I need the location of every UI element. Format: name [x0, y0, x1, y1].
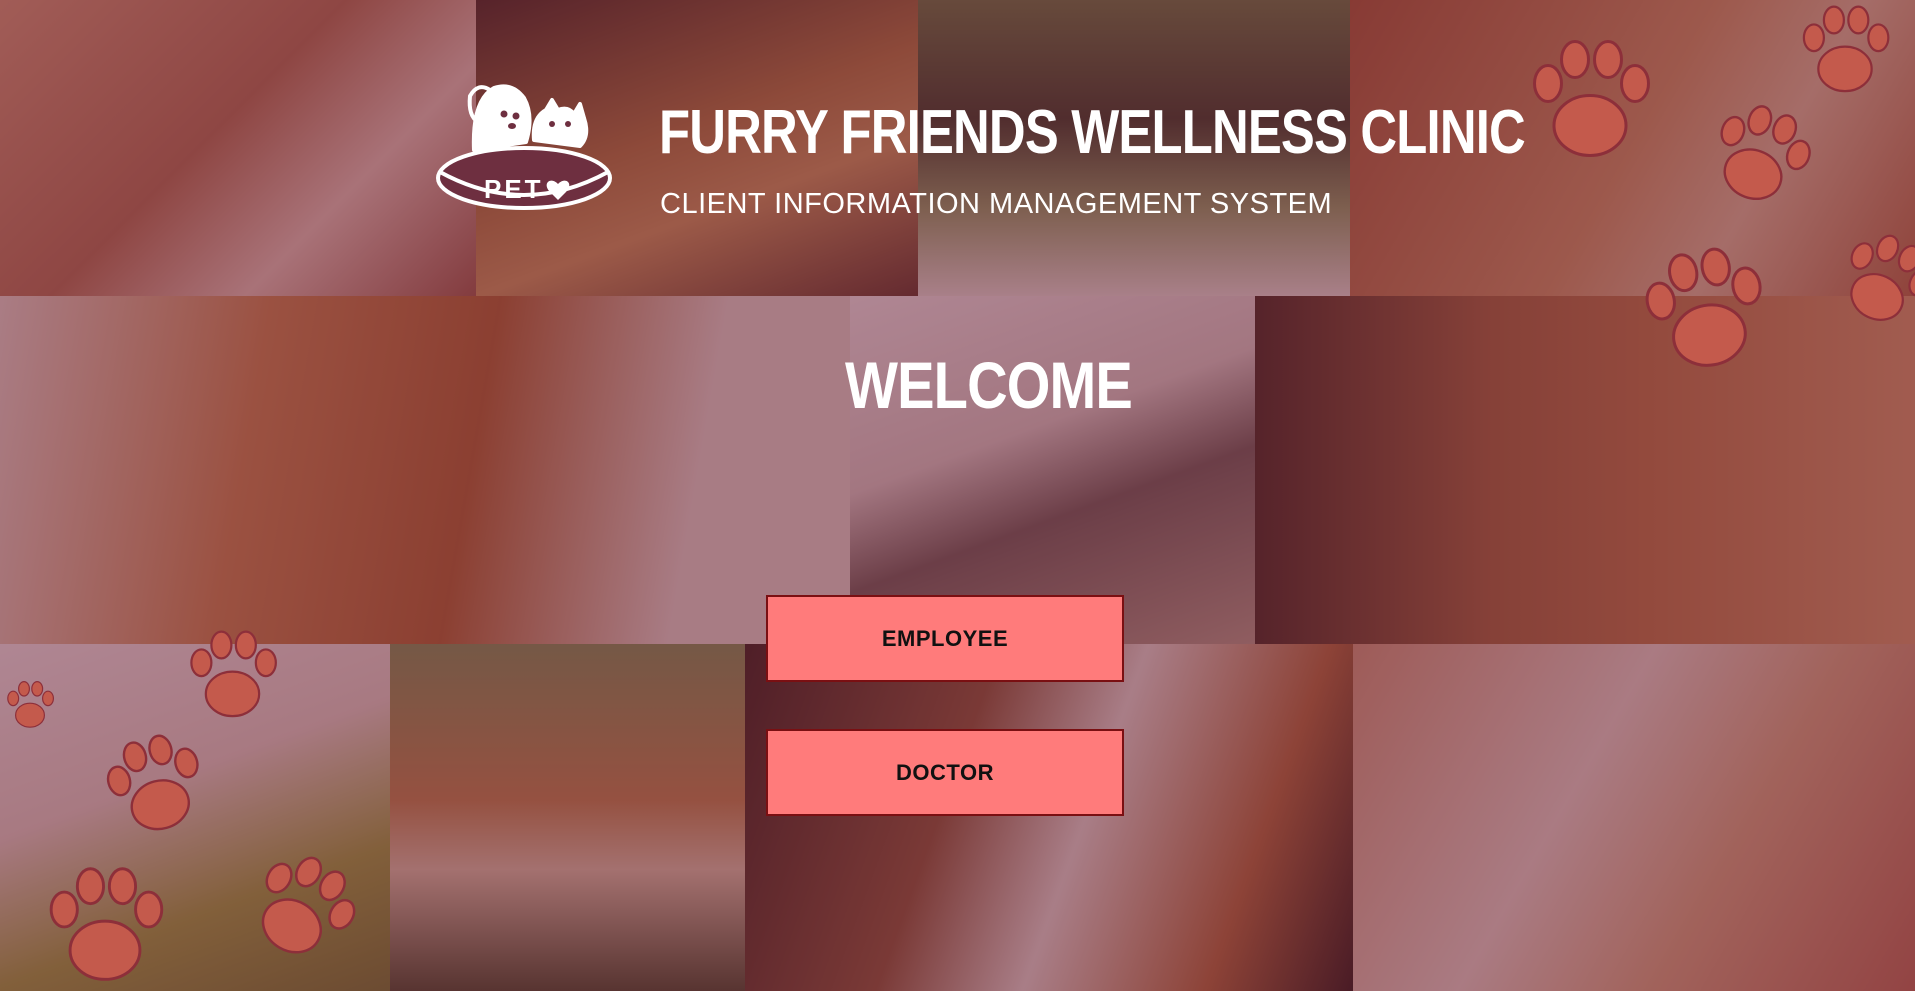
- paw-print-icon: [1780, 0, 1910, 100]
- logo-text: PET: [484, 174, 544, 204]
- paw-print-icon: [175, 625, 290, 725]
- guinea-pigs-photo: [390, 644, 745, 991]
- paw-print-icon: [1630, 240, 1780, 380]
- paw-print-icon: [30, 860, 180, 991]
- pet-logo: PET: [434, 80, 614, 215]
- paw-print-icon: [238, 840, 371, 974]
- employee-button[interactable]: EMPLOYEE: [766, 595, 1124, 682]
- paw-print-icon: [1829, 222, 1915, 337]
- paw-print-icon: [1700, 94, 1822, 214]
- three-dogs-photo: [745, 644, 1353, 991]
- two-cats-photo: [1353, 644, 1915, 991]
- app-title: FURRY FRIENDS WELLNESS CLINIC: [659, 98, 1526, 167]
- cat-photo: [0, 0, 476, 296]
- paw-print-icon: [1515, 30, 1665, 170]
- german-shepherd-cat-photo: [1255, 296, 1915, 644]
- app-header: PET FURRY FRIENDS WELLNESS CLINIC CLIENT…: [434, 80, 1526, 219]
- welcome-heading: WELCOME: [845, 348, 1133, 422]
- dog-with-kitten-photo: [0, 296, 850, 644]
- app-subtitle: CLIENT INFORMATION MANAGEMENT SYSTEM: [660, 188, 1333, 220]
- doctor-button[interactable]: DOCTOR: [766, 729, 1124, 816]
- paw-print-icon: [0, 655, 60, 755]
- paw-print-icon: [95, 726, 215, 841]
